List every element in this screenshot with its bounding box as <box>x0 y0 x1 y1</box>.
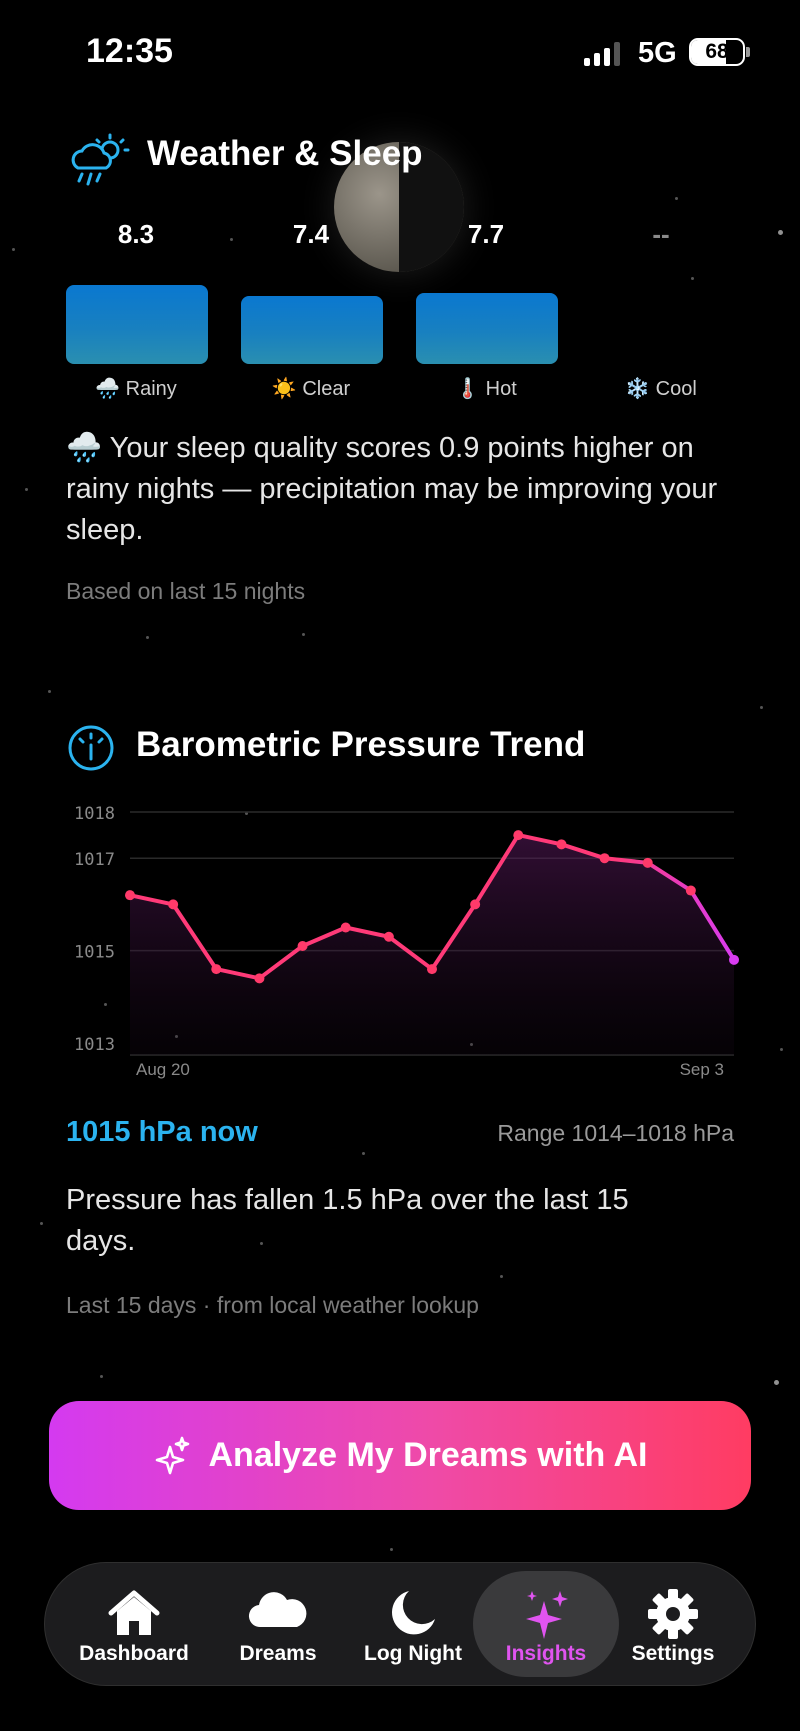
tab-dreams[interactable]: Dreams <box>205 1563 351 1685</box>
data-point <box>168 899 179 910</box>
bar-rainy <box>66 285 208 364</box>
analyze-label: Analyze My Dreams with AI <box>208 1436 648 1474</box>
score-rainy: 8.3 <box>117 219 155 249</box>
data-point <box>729 954 739 965</box>
clock: 12:35 <box>86 32 173 70</box>
data-point <box>556 839 567 850</box>
data-point <box>513 830 524 841</box>
bar-clear <box>241 296 383 364</box>
signal-icon <box>584 42 620 66</box>
rain-icon: 🌧️ <box>95 378 121 400</box>
gauge-icon <box>66 723 116 778</box>
tab-log-night[interactable]: Log Night <box>340 1563 486 1685</box>
network-type: 5G <box>638 37 677 69</box>
pressure-summary: Pressure has fallen 1.5 hPa over the las… <box>66 1184 629 1257</box>
moon-icon <box>392 1591 435 1635</box>
weather-footnote: Based on last 15 nights <box>66 578 306 604</box>
y-tick-label: 1018 <box>74 804 115 824</box>
x-label-end: Sep 3 <box>680 1060 724 1079</box>
data-point <box>685 885 696 896</box>
data-point <box>599 853 610 864</box>
score-cool: -- <box>652 219 670 249</box>
category-cool: ❄️ Cool <box>625 378 697 400</box>
pressure-now: 1015 hPa now <box>66 1116 258 1148</box>
data-point <box>383 931 394 942</box>
tab-bar: Dashboard Dreams Log Night Insights Sett… <box>44 1562 756 1686</box>
sparkles-icon <box>155 1436 189 1474</box>
category-rainy: 🌧️ Rainy <box>95 378 177 400</box>
pressure-area <box>130 835 734 1055</box>
snowflake-icon: ❄️ <box>625 378 651 400</box>
data-point <box>470 899 481 910</box>
gear-icon <box>648 1589 698 1639</box>
category-hot: 🌡️ Hot <box>455 378 517 400</box>
data-point <box>642 857 653 868</box>
battery-icon: 68 <box>689 38 745 66</box>
battery-level: 68 <box>705 40 729 63</box>
sun-icon: ☀️ <box>271 378 297 400</box>
pressure-range: Range 1014–1018 hPa <box>497 1120 734 1146</box>
score-clear: 7.4 <box>292 219 330 249</box>
weather-sleep-title: Weather & Sleep <box>147 134 423 173</box>
analyze-dreams-button[interactable]: Analyze My Dreams with AI <box>49 1401 751 1510</box>
category-clear: ☀️ Clear <box>271 378 351 400</box>
data-point <box>125 890 135 901</box>
weather-insight: 🌧️ Your sleep quality scores 0.9 points … <box>66 432 718 546</box>
y-tick-label: 1017 <box>74 850 115 870</box>
tab-settings[interactable]: Settings <box>600 1563 746 1685</box>
data-point <box>211 964 222 975</box>
battery-tip <box>746 47 750 57</box>
data-point <box>297 940 308 951</box>
sparkles-icon <box>526 1591 568 1639</box>
data-point <box>340 922 351 933</box>
thermometer-icon: 🌡️ <box>455 378 481 400</box>
tab-dashboard[interactable]: Dashboard <box>61 1563 207 1685</box>
pressure-title: Barometric Pressure Trend <box>136 725 586 764</box>
x-label-start: Aug 20 <box>136 1060 190 1079</box>
status-bar: 12:35 5G 68 <box>0 0 800 100</box>
score-hot: 7.7 <box>467 219 505 249</box>
rain-cloud-icon <box>66 132 132 193</box>
y-tick-label: 1013 <box>74 1035 115 1055</box>
bar-hot <box>416 292 558 364</box>
tab-insights[interactable]: Insights <box>473 1571 619 1677</box>
pressure-chart: 1018 1017 1015 1013 Aug 20 Sep 3 <box>74 804 739 1079</box>
cloud-icon <box>248 1592 307 1628</box>
house-icon <box>108 1590 160 1635</box>
data-point <box>427 964 437 975</box>
y-tick-label: 1015 <box>74 943 115 963</box>
data-point <box>254 973 265 984</box>
pressure-footnote: Last 15 days · from local weather lookup <box>66 1292 479 1318</box>
